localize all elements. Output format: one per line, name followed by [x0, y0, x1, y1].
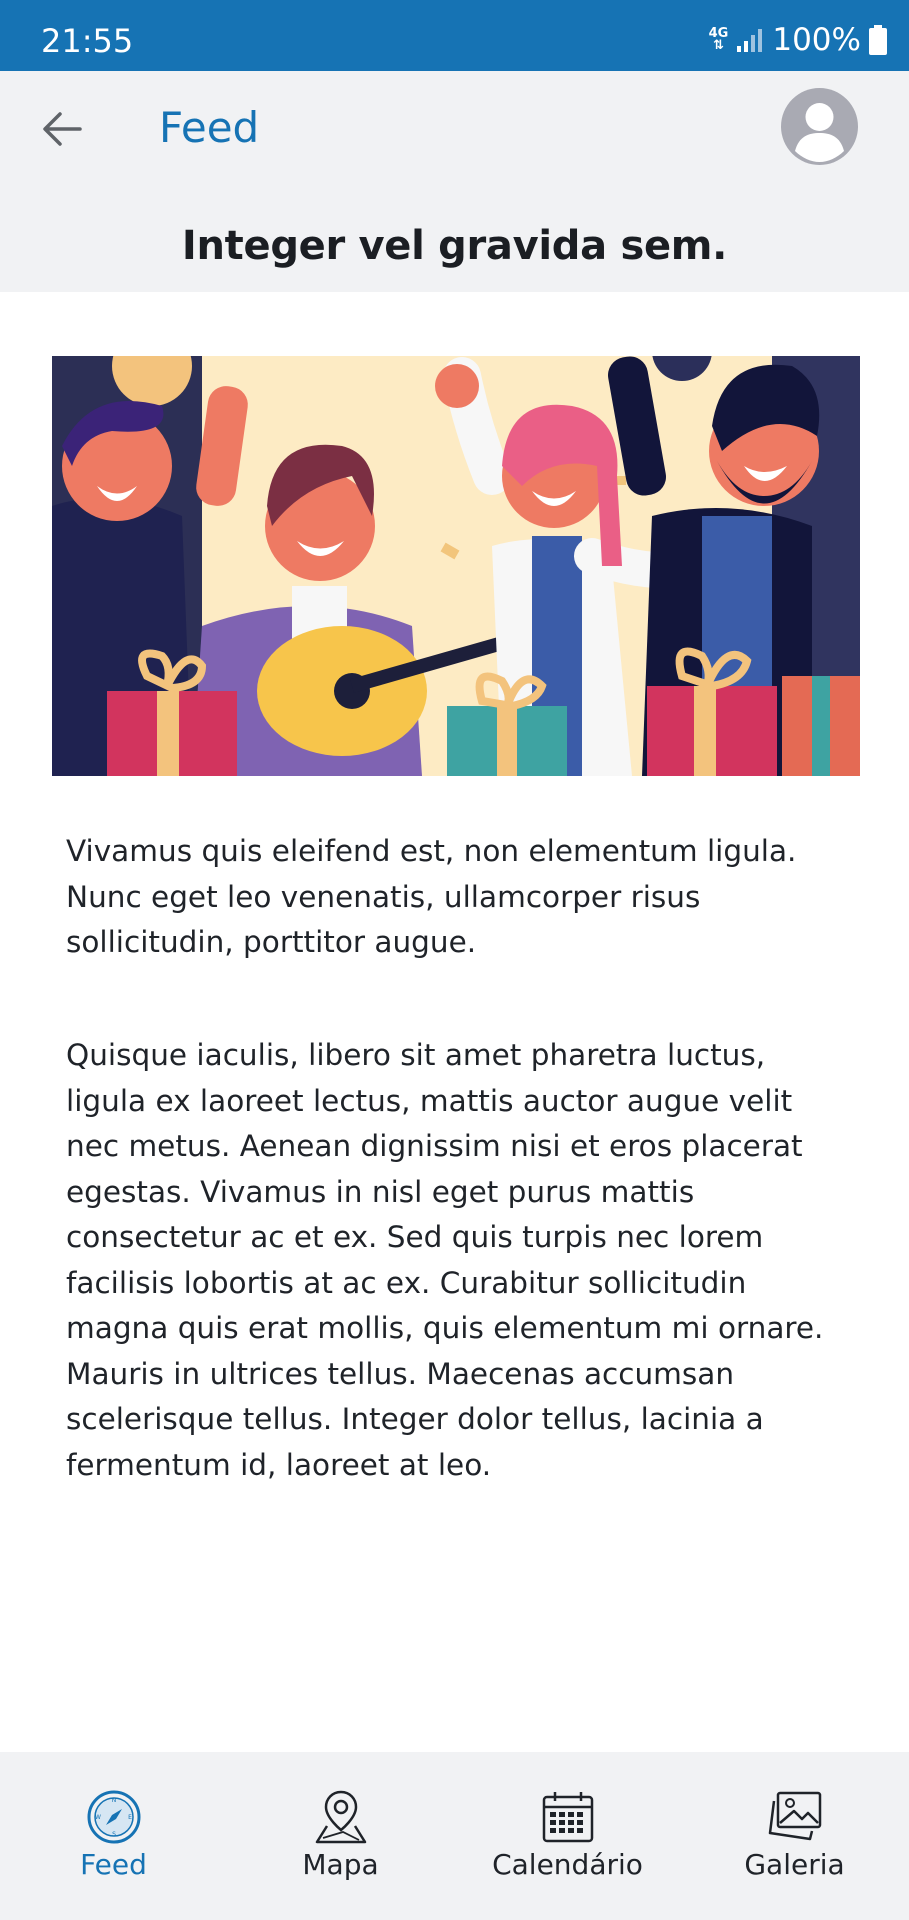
app-header: Feed Integer vel gravida sem.: [0, 71, 909, 292]
status-bar: 21:55 4G ⇅ 100%: [0, 0, 909, 71]
svg-text:S: S: [112, 1831, 116, 1838]
avatar[interactable]: [781, 88, 858, 165]
calendar-icon: [542, 1792, 593, 1843]
bottom-navigation: N S W E Feed Mapa Calendário Galeria: [0, 1752, 909, 1920]
signal-icon: [737, 29, 763, 52]
compass-icon: N S W E: [87, 1790, 140, 1844]
post-title: Integer vel gravida sem.: [181, 223, 728, 269]
user-icon: [782, 89, 857, 164]
header-title: Feed: [159, 103, 260, 152]
status-time: 21:55: [41, 22, 134, 60]
post-banner-image: [52, 356, 860, 776]
network-indicator: 4G ⇅: [708, 26, 729, 53]
tab-mapa-label: Mapa: [302, 1848, 379, 1881]
battery-icon: [869, 25, 887, 55]
gallery-icon: [768, 1791, 821, 1841]
status-icons: 4G ⇅ 100%: [709, 22, 887, 58]
battery-level: 100%: [772, 22, 861, 58]
svg-text:N: N: [111, 1797, 116, 1804]
tab-galeria-label: Galeria: [744, 1848, 845, 1881]
tab-feed[interactable]: N S W E Feed: [0, 1752, 227, 1920]
arrow-left-icon: [43, 112, 82, 146]
post-paragraph-1: Vivamus quis eleifend est, non elementum…: [66, 834, 797, 959]
network-type: 4G: [708, 26, 729, 41]
post-paragraph-2: Quisque iaculis, libero sit amet pharetr…: [66, 1038, 824, 1482]
svg-text:E: E: [128, 1814, 132, 1821]
tab-mapa[interactable]: Mapa: [227, 1752, 454, 1920]
map-pin-icon: [315, 1790, 366, 1844]
svg-text:W: W: [95, 1814, 101, 1821]
back-button[interactable]: [34, 101, 90, 157]
tab-calendario[interactable]: Calendário: [454, 1752, 681, 1920]
tab-feed-label: Feed: [80, 1848, 147, 1881]
tab-galeria[interactable]: Galeria: [681, 1752, 908, 1920]
tab-calendario-label: Calendário: [492, 1848, 643, 1881]
